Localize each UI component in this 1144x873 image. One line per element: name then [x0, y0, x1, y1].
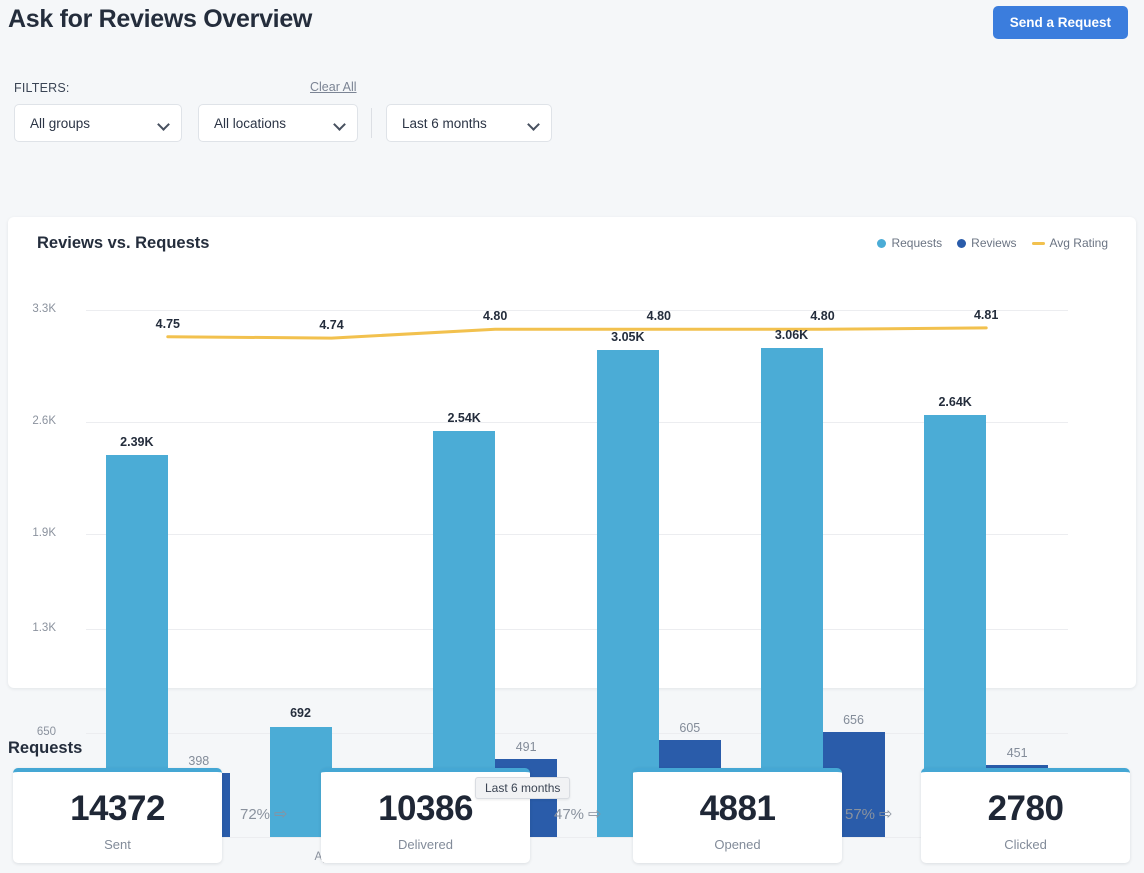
- requests-section-title: Requests: [8, 739, 82, 758]
- chart-gridline: [86, 310, 1068, 311]
- date-range-tooltip: Last 6 months: [475, 777, 570, 799]
- date-range-filter-value: Last 6 months: [402, 116, 487, 131]
- stat-value: 4881: [633, 789, 842, 829]
- bar-label-reviews: 656: [811, 713, 897, 727]
- bar-label-reviews: 605: [647, 721, 733, 735]
- y-axis-tick-label: 2.6K: [0, 415, 56, 427]
- legend-line-icon: [1032, 242, 1045, 245]
- bar-label-requests: 3.06K: [749, 328, 835, 342]
- legend-label: Reviews: [971, 236, 1016, 250]
- stat-label: Opened: [633, 837, 842, 852]
- bar-label-requests: 2.54K: [421, 411, 507, 425]
- page-title: Ask for Reviews Overview: [8, 5, 312, 34]
- date-range-filter-select[interactable]: Last 6 months: [386, 104, 552, 142]
- bar-label-requests: 2.64K: [912, 395, 998, 409]
- y-axis-tick-label: 1.9K: [0, 527, 56, 539]
- legend-label: Requests: [891, 236, 942, 250]
- conversion-rate-0: 72%⇨: [240, 804, 287, 824]
- reviews-vs-requests-card: Reviews vs. Requests Requests Reviews Avg …: [8, 217, 1136, 688]
- legend-dot-icon: [877, 239, 886, 248]
- avg-rating-label: 4.81: [946, 308, 1026, 322]
- bar-label-requests: 3.05K: [585, 330, 671, 344]
- avg-rating-label: 4.80: [619, 309, 699, 323]
- locations-filter-select[interactable]: All locations: [198, 104, 358, 142]
- stat-card-sent[interactable]: 14372 Sent: [13, 768, 222, 863]
- chevron-down-icon: [157, 118, 170, 131]
- locations-filter-value: All locations: [214, 116, 286, 131]
- chart-gridline: [86, 422, 1068, 423]
- stat-label: Delivered: [321, 837, 530, 852]
- groups-filter-value: All groups: [30, 116, 90, 131]
- page-header: Ask for Reviews Overview Send a Request: [0, 0, 1144, 46]
- stat-value: 14372: [13, 789, 222, 829]
- requests-funnel: 14372Sent10386Delivered4881Opened2780Cli…: [0, 768, 1144, 863]
- legend-label: Avg Rating: [1050, 236, 1108, 250]
- arrow-right-icon: ⇨: [274, 806, 287, 823]
- legend-dot-icon: [957, 239, 966, 248]
- bar-label-reviews: 398: [156, 754, 242, 768]
- chart-plot-area: 06501.3K1.9K2.6K3.3K2.39K398Mar 20692143…: [86, 310, 1068, 837]
- stat-label: Clicked: [921, 837, 1130, 852]
- filter-divider: [371, 108, 372, 138]
- legend-item-requests[interactable]: Requests: [877, 234, 942, 252]
- filters-label: FILTERS:: [14, 81, 70, 95]
- bar-label-requests: 2.39K: [94, 435, 180, 449]
- stat-value: 2780: [921, 789, 1130, 829]
- legend-item-avg-rating[interactable]: Avg Rating: [1032, 234, 1108, 252]
- conversion-rate-2: 57%⇨: [845, 804, 892, 824]
- conversion-percent: 57%: [845, 806, 875, 823]
- conversion-rate-1: 47%⇨: [554, 804, 601, 824]
- legend-item-reviews[interactable]: Reviews: [957, 234, 1016, 252]
- y-axis-tick-label: 650: [0, 726, 56, 738]
- y-axis-tick-label: 1.3K: [0, 622, 56, 634]
- chart-gridline: [86, 534, 1068, 535]
- arrow-right-icon: ⇨: [588, 806, 601, 823]
- send-a-request-button[interactable]: Send a Request: [993, 6, 1128, 39]
- groups-filter-select[interactable]: All groups: [14, 104, 182, 142]
- reviews-overview-page: Ask for Reviews Overview Send a Request …: [0, 0, 1144, 873]
- chart-gridline: [86, 733, 1068, 734]
- chart-gridline: [86, 629, 1068, 630]
- avg-rating-label: 4.75: [128, 317, 208, 331]
- bar-label-reviews: 451: [974, 746, 1060, 760]
- bar-requests[interactable]: [761, 348, 823, 837]
- y-axis-tick-label: 3.3K: [0, 303, 56, 315]
- bar-label-reviews: 491: [483, 740, 569, 754]
- chevron-down-icon: [527, 118, 540, 131]
- conversion-percent: 47%: [554, 806, 584, 823]
- clear-all-link[interactable]: Clear All: [310, 80, 357, 94]
- avg-rating-label: 4.74: [292, 318, 372, 332]
- arrow-right-icon: ⇨: [879, 806, 892, 823]
- stat-label: Sent: [13, 837, 222, 852]
- chevron-down-icon: [333, 118, 346, 131]
- avg-rating-label: 4.80: [783, 309, 863, 323]
- chart-title: Reviews vs. Requests: [37, 234, 209, 253]
- stat-card-opened[interactable]: 4881 Opened: [633, 768, 842, 863]
- bar-label-requests: 692: [258, 706, 344, 720]
- chart-legend: Requests Reviews Avg Rating: [862, 234, 1108, 252]
- conversion-percent: 72%: [240, 806, 270, 823]
- avg-rating-label: 4.80: [455, 309, 535, 323]
- bar-requests[interactable]: [597, 350, 659, 837]
- stat-card-clicked[interactable]: 2780 Clicked: [921, 768, 1130, 863]
